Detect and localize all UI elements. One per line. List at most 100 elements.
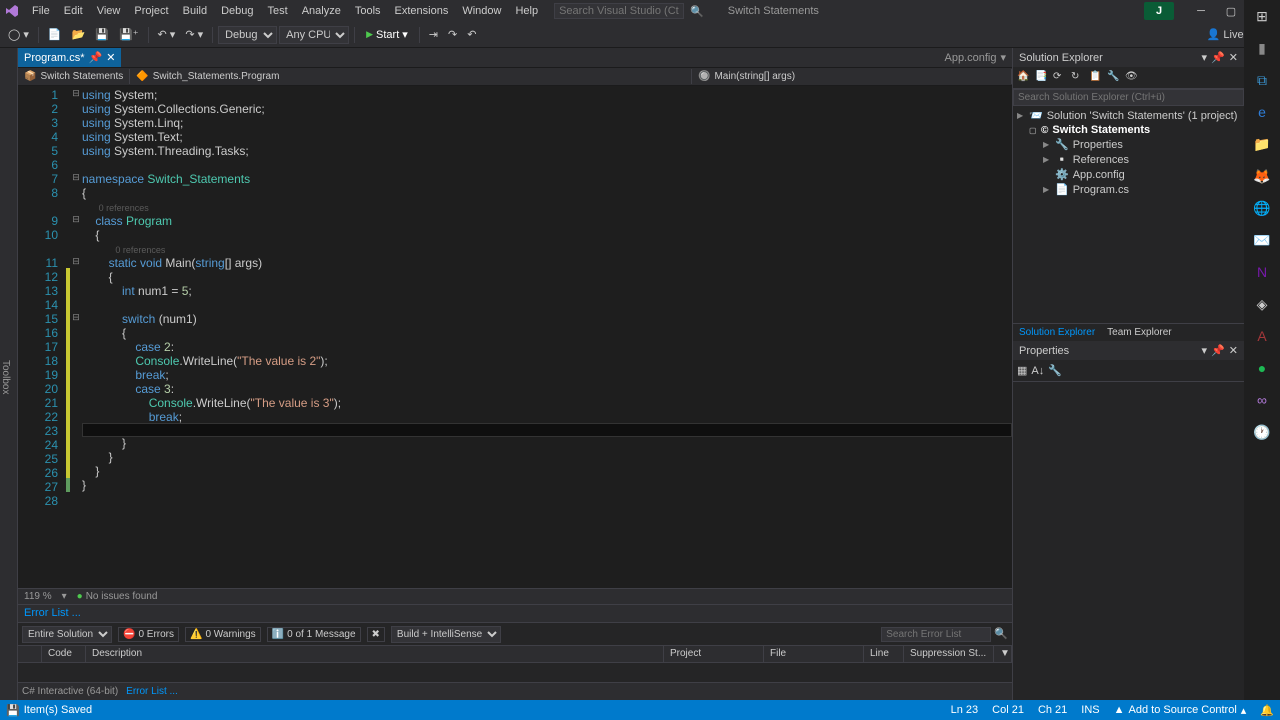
alphabetical-icon[interactable]: A↓: [1031, 365, 1044, 377]
step-over-icon[interactable]: ↷: [444, 26, 461, 43]
refresh-icon[interactable]: ↻: [1071, 71, 1085, 85]
col-desc[interactable]: Description: [86, 646, 664, 662]
edge-icon[interactable]: e: [1252, 102, 1272, 122]
onenote-icon[interactable]: N: [1252, 262, 1272, 282]
start-button[interactable]: Start ▾: [360, 26, 414, 43]
win-start-icon[interactable]: ⊞: [1252, 6, 1272, 26]
menu-help[interactable]: Help: [509, 2, 544, 20]
col-line[interactable]: Line: [864, 646, 904, 662]
menu-tools[interactable]: Tools: [349, 2, 387, 20]
properties-node[interactable]: ▶🔧 Properties: [1017, 137, 1240, 152]
clock-icon[interactable]: 🕐: [1252, 422, 1272, 442]
redo-button[interactable]: ↷ ▾: [181, 26, 207, 43]
props-pin-icon[interactable]: 📌: [1211, 344, 1225, 357]
vs-icon[interactable]: ∞: [1252, 390, 1272, 410]
menu-debug[interactable]: Debug: [215, 2, 259, 20]
class-selector[interactable]: 🔶 Switch_Statements.Program: [130, 69, 692, 84]
explorer-icon[interactable]: 📁: [1252, 134, 1272, 154]
save-button[interactable]: 💾: [91, 26, 113, 43]
config-select[interactable]: Debug: [218, 26, 277, 44]
menu-project[interactable]: Project: [128, 2, 174, 20]
menu-extensions[interactable]: Extensions: [389, 2, 455, 20]
appconfig-node[interactable]: ⚙️ App.config: [1017, 167, 1240, 182]
references-node[interactable]: ▶▫️ References: [1017, 152, 1240, 167]
props-close-icon[interactable]: ✕: [1229, 344, 1238, 357]
zoom-level[interactable]: 119 %: [24, 591, 52, 602]
access-icon[interactable]: A: [1252, 326, 1272, 346]
firefox-icon[interactable]: 🦊: [1252, 166, 1272, 186]
errorlist-search[interactable]: [881, 627, 991, 642]
project-node[interactable]: ▢© Switch Statements: [1017, 123, 1240, 137]
menu-edit[interactable]: Edit: [58, 2, 89, 20]
col-file[interactable]: File: [764, 646, 864, 662]
sync-icon[interactable]: ⟳: [1053, 71, 1067, 85]
unity-icon[interactable]: ◈: [1252, 294, 1272, 314]
vscode-icon[interactable]: ⧉: [1252, 70, 1272, 90]
errors-filter[interactable]: ⛔ 0 Errors: [118, 627, 179, 642]
appconfig-label[interactable]: App.config: [944, 52, 996, 64]
errorlist-scope[interactable]: Entire Solution: [22, 626, 112, 643]
clear-filters-icon[interactable]: ✖: [367, 627, 385, 642]
tab-team-explorer[interactable]: Team Explorer: [1101, 324, 1177, 341]
new-project-button[interactable]: 📄: [44, 26, 66, 43]
props-dropdown-icon[interactable]: ▾: [1202, 344, 1208, 357]
tab-pin-icon[interactable]: 📌: [89, 51, 103, 64]
tab-close-icon[interactable]: ✕: [106, 51, 115, 64]
code-editor[interactable]: 1234567891011121314151617181920212223242…: [18, 86, 1012, 588]
tab-error-list[interactable]: Error List ...: [126, 686, 178, 697]
messages-filter[interactable]: ℹ️ 0 of 1 Message: [267, 627, 361, 642]
scope-selector[interactable]: 📦 Switch Statements: [18, 69, 130, 84]
panel-pin-icon[interactable]: 📌: [1211, 51, 1225, 64]
toolbox-tab[interactable]: Toolbox: [0, 48, 18, 700]
chrome-icon[interactable]: 🌐: [1252, 198, 1272, 218]
user-badge[interactable]: J: [1144, 2, 1174, 20]
properties-icon[interactable]: 🔧: [1107, 71, 1121, 85]
build-filter[interactable]: Build + IntelliSense: [391, 626, 501, 643]
show-all-icon[interactable]: 📋: [1089, 71, 1103, 85]
platform-select[interactable]: Any CPU: [279, 26, 349, 44]
solution-search[interactable]: [1013, 89, 1244, 106]
minimize-button[interactable]: ─: [1186, 2, 1216, 21]
tab-dropdown-icon[interactable]: ▾: [1000, 51, 1006, 64]
preview-icon[interactable]: 👁: [1125, 71, 1139, 85]
properties-grid[interactable]: [1013, 382, 1244, 700]
mail-icon[interactable]: ✉️: [1252, 230, 1272, 250]
col-code[interactable]: Code: [42, 646, 86, 662]
menu-file[interactable]: File: [26, 2, 56, 20]
step-out-icon[interactable]: ↶: [463, 26, 480, 43]
tab-csharp-interactive[interactable]: C# Interactive (64-bit): [22, 686, 118, 697]
maximize-button[interactable]: ▢: [1216, 2, 1246, 21]
warnings-filter[interactable]: ⚠️ 0 Warnings: [185, 627, 261, 642]
open-button[interactable]: 📂: [68, 26, 90, 43]
save-all-button[interactable]: 💾⁺: [115, 26, 143, 43]
tab-program-cs[interactable]: Program.cs* 📌 ✕: [18, 48, 121, 67]
menu-analyze[interactable]: Analyze: [296, 2, 347, 20]
issues-indicator[interactable]: No issues found: [77, 591, 158, 602]
menu-build[interactable]: Build: [177, 2, 213, 20]
categorized-icon[interactable]: ▦: [1017, 364, 1027, 377]
col-project[interactable]: Project: [664, 646, 764, 662]
props-wrench-icon[interactable]: 🔧: [1048, 364, 1062, 377]
search-icon[interactable]: 🔍: [690, 5, 704, 18]
member-selector[interactable]: 🔘 Main(string[] args): [692, 69, 1012, 84]
menu-view[interactable]: View: [91, 2, 127, 20]
error-list-title[interactable]: Error List ...: [18, 604, 1012, 622]
spotify-icon[interactable]: ●: [1252, 358, 1272, 378]
programcs-node[interactable]: ▶📄 Program.cs: [1017, 182, 1240, 197]
filter-icon[interactable]: ▼: [994, 646, 1012, 662]
panel-dropdown-icon[interactable]: ▾: [1202, 51, 1208, 64]
tab-solution-explorer[interactable]: Solution Explorer: [1013, 324, 1101, 341]
col-suppression[interactable]: Suppression St...: [904, 646, 994, 662]
source-control-button[interactable]: ▲ Add to Source Control ▴: [1114, 704, 1247, 717]
menu-window[interactable]: Window: [456, 2, 507, 20]
notifications-icon[interactable]: 🔔: [1260, 704, 1274, 717]
panel-close-icon[interactable]: ✕: [1229, 51, 1238, 64]
step-into-icon[interactable]: ⇥: [425, 26, 442, 43]
collapse-icon[interactable]: 📑: [1035, 71, 1049, 85]
diagnostic-tools-icon[interactable]: ▮: [1252, 38, 1272, 58]
col-icon[interactable]: [18, 646, 42, 662]
nav-back-button[interactable]: ◯ ▾: [4, 26, 33, 43]
menu-test[interactable]: Test: [262, 2, 294, 20]
solution-root[interactable]: ▶📨 Solution 'Switch Statements' (1 proje…: [1017, 108, 1240, 123]
quick-launch-input[interactable]: [554, 3, 684, 19]
